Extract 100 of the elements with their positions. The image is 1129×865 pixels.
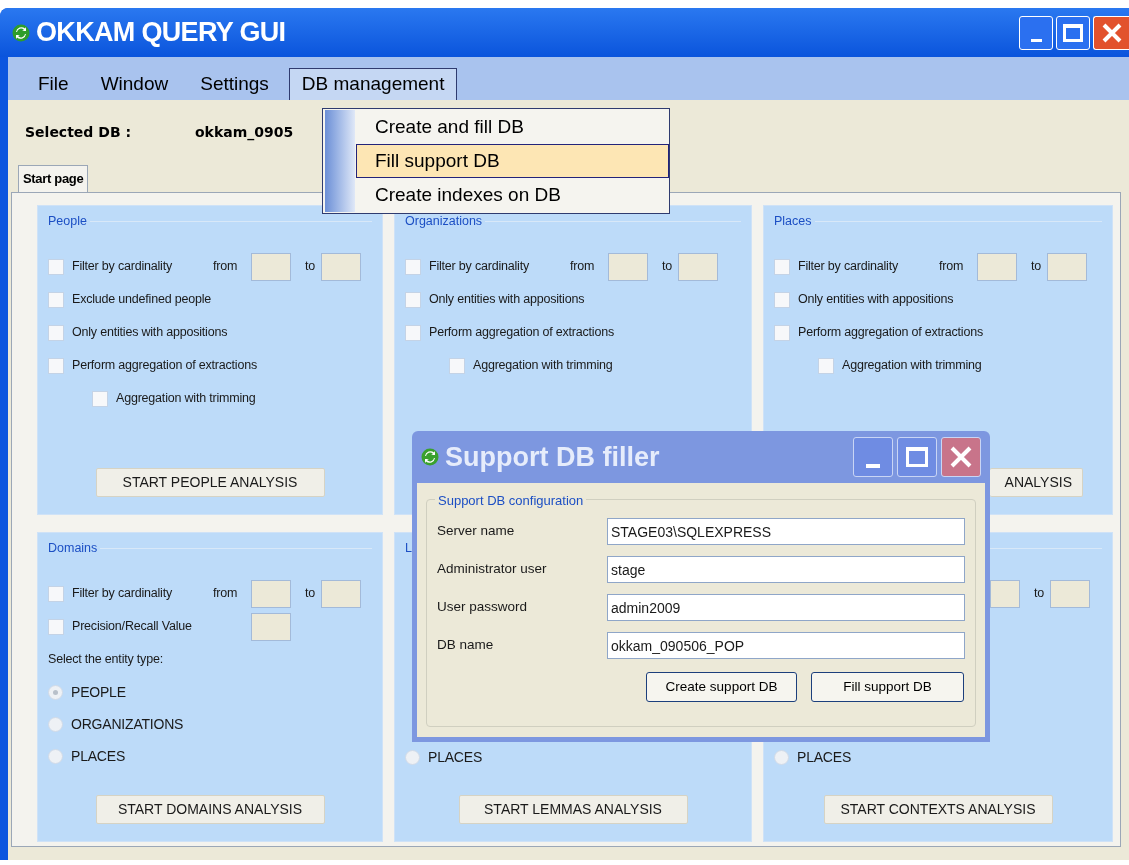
checkbox[interactable] [774, 258, 790, 275]
checkbox-label: Filter by cardinality [72, 585, 172, 603]
radio-button[interactable] [405, 749, 420, 765]
minimize-icon [866, 464, 880, 468]
checkbox-label: Only entities with appositions [72, 324, 228, 342]
checkbox-label: Exclude undefined people [72, 291, 212, 309]
radio-label: PLACES [428, 747, 483, 767]
dialog-title: Support DB filler [445, 440, 660, 474]
minimize-button[interactable] [853, 437, 893, 477]
group-title: Organizations [405, 213, 483, 230]
input-field[interactable] [321, 579, 362, 608]
menu-item[interactable]: Window [88, 68, 181, 100]
field-label: User password [437, 598, 529, 617]
from-label: from [939, 259, 964, 274]
checkbox-label: Aggregation with trimming [842, 357, 982, 375]
menu-option[interactable]: Create and fill DB [356, 110, 669, 144]
start-analysis-button[interactable]: START LEMMAS ANALYSIS [458, 795, 688, 824]
to-label: to [305, 585, 316, 603]
checkbox[interactable] [405, 291, 421, 308]
input-field[interactable] [321, 252, 362, 281]
field-label: DB name [437, 636, 495, 655]
start-analysis-button[interactable]: ANALYSIS [990, 468, 1083, 497]
menu-option[interactable]: Fill support DB [356, 144, 669, 178]
group-title: Places [774, 213, 812, 230]
close-icon [1100, 21, 1123, 44]
selected-db-label: Selected DB : [25, 123, 133, 142]
input-field[interactable] [1050, 579, 1091, 608]
radio-label: PLACES [797, 747, 852, 767]
checkbox[interactable] [48, 585, 64, 602]
checkbox-label: Perform aggregation of extractions [72, 357, 257, 375]
checkbox[interactable] [449, 357, 465, 374]
checkbox-label: Aggregation with trimming [473, 357, 613, 375]
input-field[interactable] [251, 579, 291, 608]
input-field[interactable] [977, 252, 1017, 281]
input-field[interactable] [678, 252, 719, 281]
close-button[interactable] [941, 437, 981, 477]
from-label: from [570, 259, 595, 274]
dialog-button[interactable]: Create support DB [646, 672, 797, 702]
checkbox-label: Filter by cardinality [72, 258, 172, 276]
input-field[interactable] [990, 579, 1020, 608]
selected-db-value: okkam_0905 [195, 123, 294, 143]
radio-button[interactable] [774, 749, 789, 765]
to-label: to [1031, 258, 1042, 276]
tab[interactable]: Start page [18, 165, 89, 192]
start-analysis-button[interactable]: START DOMAINS ANALYSIS [95, 795, 325, 824]
radio-button[interactable] [48, 716, 63, 732]
radio-label: ORGANIZATIONS [71, 714, 184, 734]
radio-label: PEOPLE [71, 682, 126, 702]
window-title: OKKAM QUERY GUI [36, 16, 286, 50]
to-label: to [305, 258, 316, 276]
checkbox[interactable] [774, 324, 790, 341]
input-field[interactable]: okkam_090506_POP [607, 632, 965, 659]
checkbox-label: Only entities with appositions [429, 291, 585, 309]
checkbox[interactable] [818, 357, 834, 374]
checkbox[interactable] [405, 258, 421, 275]
checkbox-label: Perform aggregation of extractions [798, 324, 983, 342]
input-field[interactable]: admin2009 [607, 594, 965, 621]
radio-button[interactable] [48, 684, 63, 700]
maximize-icon [1063, 23, 1083, 42]
radio-label: PLACES [71, 746, 126, 766]
menu-item[interactable]: File [26, 68, 81, 100]
from-label: from [213, 259, 238, 274]
caption-text: Select the entity type: [48, 651, 163, 669]
checkbox[interactable] [48, 357, 64, 374]
group-title: Domains [48, 540, 98, 557]
checkbox-label: Aggregation with trimming [116, 390, 256, 408]
input-field[interactable]: stage [607, 556, 965, 583]
input-field[interactable] [251, 252, 291, 281]
start-analysis-button[interactable]: START CONTEXTS ANALYSIS [823, 795, 1053, 824]
app-icon [12, 23, 30, 42]
checkbox-label: Only entities with appositions [798, 291, 954, 309]
input-field[interactable] [608, 252, 648, 281]
menu-item[interactable]: DB management [288, 68, 458, 100]
minimize-icon [1030, 38, 1042, 42]
input-field[interactable]: STAGE03\SQLEXPRESS [607, 518, 965, 545]
menu-option[interactable]: Create indexes on DB [356, 178, 669, 212]
input-field[interactable] [251, 612, 291, 641]
checkbox-label: Filter by cardinality [798, 258, 898, 276]
checkbox-label: Precision/Recall Value [72, 618, 192, 636]
field-label: Administrator user [437, 560, 548, 579]
input-field[interactable] [1047, 252, 1088, 281]
checkbox[interactable] [92, 390, 108, 407]
checkbox[interactable] [48, 324, 64, 341]
checkbox-label: Filter by cardinality [429, 258, 529, 276]
from-label: from [213, 586, 238, 601]
maximize-button[interactable] [897, 437, 937, 477]
group-title: L [405, 540, 412, 557]
to-label: to [662, 258, 673, 276]
checkbox-label: Perform aggregation of extractions [429, 324, 614, 342]
start-analysis-button[interactable]: START PEOPLE ANALYSIS [95, 468, 325, 497]
group-title: People [48, 213, 87, 230]
radio-button[interactable] [48, 748, 63, 764]
checkbox[interactable] [48, 291, 64, 308]
checkbox[interactable] [48, 618, 64, 635]
maximize-icon [906, 447, 928, 467]
checkbox[interactable] [405, 324, 421, 341]
dialog-button[interactable]: Fill support DB [811, 672, 964, 702]
checkbox[interactable] [774, 291, 790, 308]
checkbox[interactable] [48, 258, 64, 275]
menu-item[interactable]: Settings [188, 68, 281, 100]
